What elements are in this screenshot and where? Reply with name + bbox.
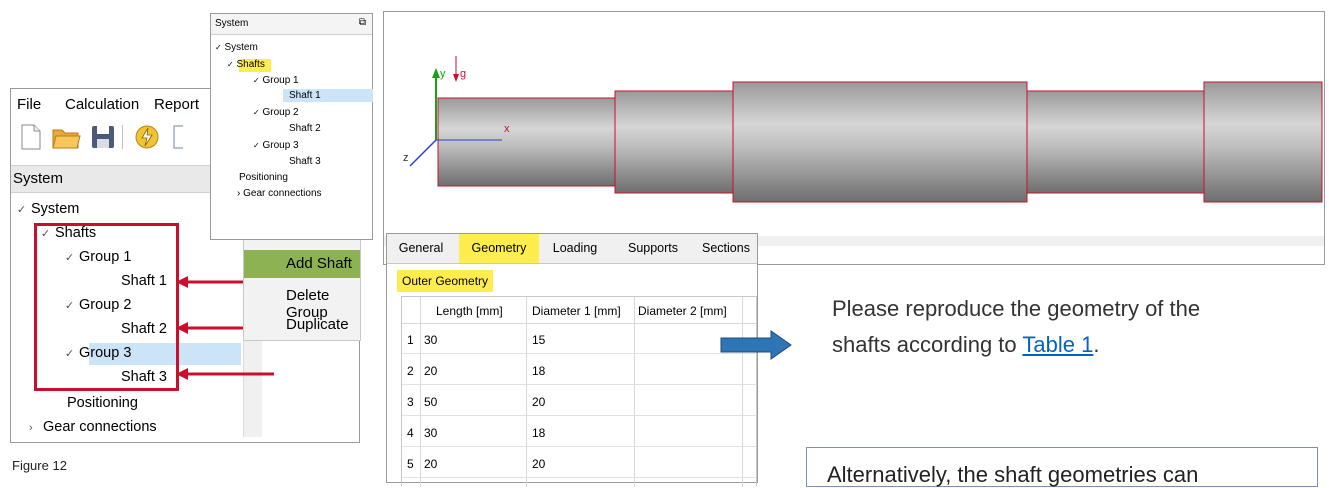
tab-bar: General Geometry Loading Supports Sectio…: [387, 234, 757, 264]
tab-loading[interactable]: Loading: [541, 234, 609, 263]
axis-y-label: y: [440, 68, 446, 80]
menu-file[interactable]: File: [17, 96, 41, 113]
column-header-diameter-2: Diameter 2 [mm]: [638, 304, 727, 318]
figure-caption: Figure 12: [12, 458, 67, 473]
small-window-header: System ⧉: [211, 14, 372, 35]
note-text: Alternatively, the shaft geometries can: [827, 462, 1199, 487]
column-header-diameter-1: Diameter 1 [mm]: [532, 304, 621, 318]
context-menu-delete-group[interactable]: Delete Group: [244, 282, 360, 321]
open-folder-icon[interactable]: [51, 123, 81, 151]
small-tree-shafts[interactable]: ✓ Shafts: [227, 59, 265, 70]
shaft-section-5: [1203, 81, 1323, 203]
table-row[interactable]: 4 30 18: [402, 416, 756, 447]
context-menu-duplicate[interactable]: Duplicate: [244, 311, 360, 339]
blue-arrow-icon: [720, 330, 792, 360]
tab-general[interactable]: General: [393, 234, 449, 263]
small-tree-group-1[interactable]: ✓ Group 1: [253, 75, 299, 86]
geometry-panel: General Geometry Loading Supports Sectio…: [386, 233, 758, 487]
menu-report[interactable]: Report: [154, 96, 199, 113]
small-tree-group-2[interactable]: ✓ Group 2: [253, 107, 299, 118]
small-tree-positioning[interactable]: Positioning: [239, 172, 288, 183]
tree-node-positioning[interactable]: Positioning: [67, 395, 138, 411]
tab-geometry[interactable]: Geometry: [459, 234, 539, 263]
table-row[interactable]: 1 30 15: [402, 323, 756, 354]
tree-node-gear-connections[interactable]: › Gear connections: [29, 419, 157, 435]
table-1-link[interactable]: Table 1: [1022, 332, 1093, 357]
shaft-section-3: [732, 81, 1028, 203]
small-tree-shaft-2[interactable]: Shaft 2: [289, 123, 321, 134]
axis-x-label: x: [504, 123, 510, 135]
axis-z-label: z: [403, 152, 409, 164]
system-panel-title: System: [13, 170, 64, 187]
shaft-3d-view[interactable]: [384, 12, 1324, 264]
small-tree-shaft-1[interactable]: Shaft 1: [289, 90, 321, 101]
shaft-section-2: [614, 90, 734, 194]
system-window-small: System ⧉ ✓ System ✓ Shafts ✓ Group 1 Sha…: [210, 13, 373, 240]
instruction-line-2: shafts according to Table 1.: [832, 332, 1100, 357]
table-row[interactable]: 5 20 20: [402, 447, 756, 478]
shaft-view-window: y g x z: [383, 11, 1325, 265]
table-row[interactable]: 3 50 20: [402, 385, 756, 416]
annotation-box: [34, 223, 179, 391]
context-menu: Add Shaft Delete Group Duplicate: [243, 233, 361, 341]
small-tree-system[interactable]: ✓ System: [215, 42, 258, 53]
calculate-icon[interactable]: [133, 123, 161, 151]
chevron-down-icon[interactable]: ✓: [17, 203, 31, 216]
column-header-length: Length [mm]: [436, 304, 503, 318]
chevron-right-icon[interactable]: ›: [29, 422, 43, 434]
tab-sections[interactable]: Sections: [695, 234, 757, 263]
axis-g-label: g: [460, 68, 467, 80]
undock-icon[interactable]: ⧉: [359, 17, 366, 28]
report-icon[interactable]: [171, 123, 183, 151]
note-box: Alternatively, the shaft geometries can: [806, 447, 1318, 487]
tab-supports[interactable]: Supports: [619, 234, 687, 263]
new-file-icon[interactable]: [16, 123, 44, 151]
shaft-section-4: [1026, 90, 1205, 194]
save-icon[interactable]: [89, 123, 117, 151]
menu-calculation[interactable]: Calculation: [65, 96, 139, 113]
geometry-table: Length [mm] Diameter 1 [mm] Diameter 2 […: [401, 296, 757, 487]
shaft-section-1: [437, 97, 616, 187]
small-window-title: System: [215, 18, 249, 29]
context-menu-add-shaft[interactable]: Add Shaft: [244, 250, 360, 278]
table-row[interactable]: 2 20 18: [402, 354, 756, 385]
small-tree-group-3[interactable]: ✓ Group 3: [253, 140, 299, 151]
small-tree-gear-connections[interactable]: › Gear connections: [237, 188, 322, 199]
small-tree-shaft-3[interactable]: Shaft 3: [289, 156, 321, 167]
outer-geometry-label: Outer Geometry: [397, 270, 494, 292]
tree-node-system[interactable]: ✓ System: [17, 201, 79, 217]
instruction-line-1: Please reproduce the geometry of the: [832, 296, 1201, 321]
